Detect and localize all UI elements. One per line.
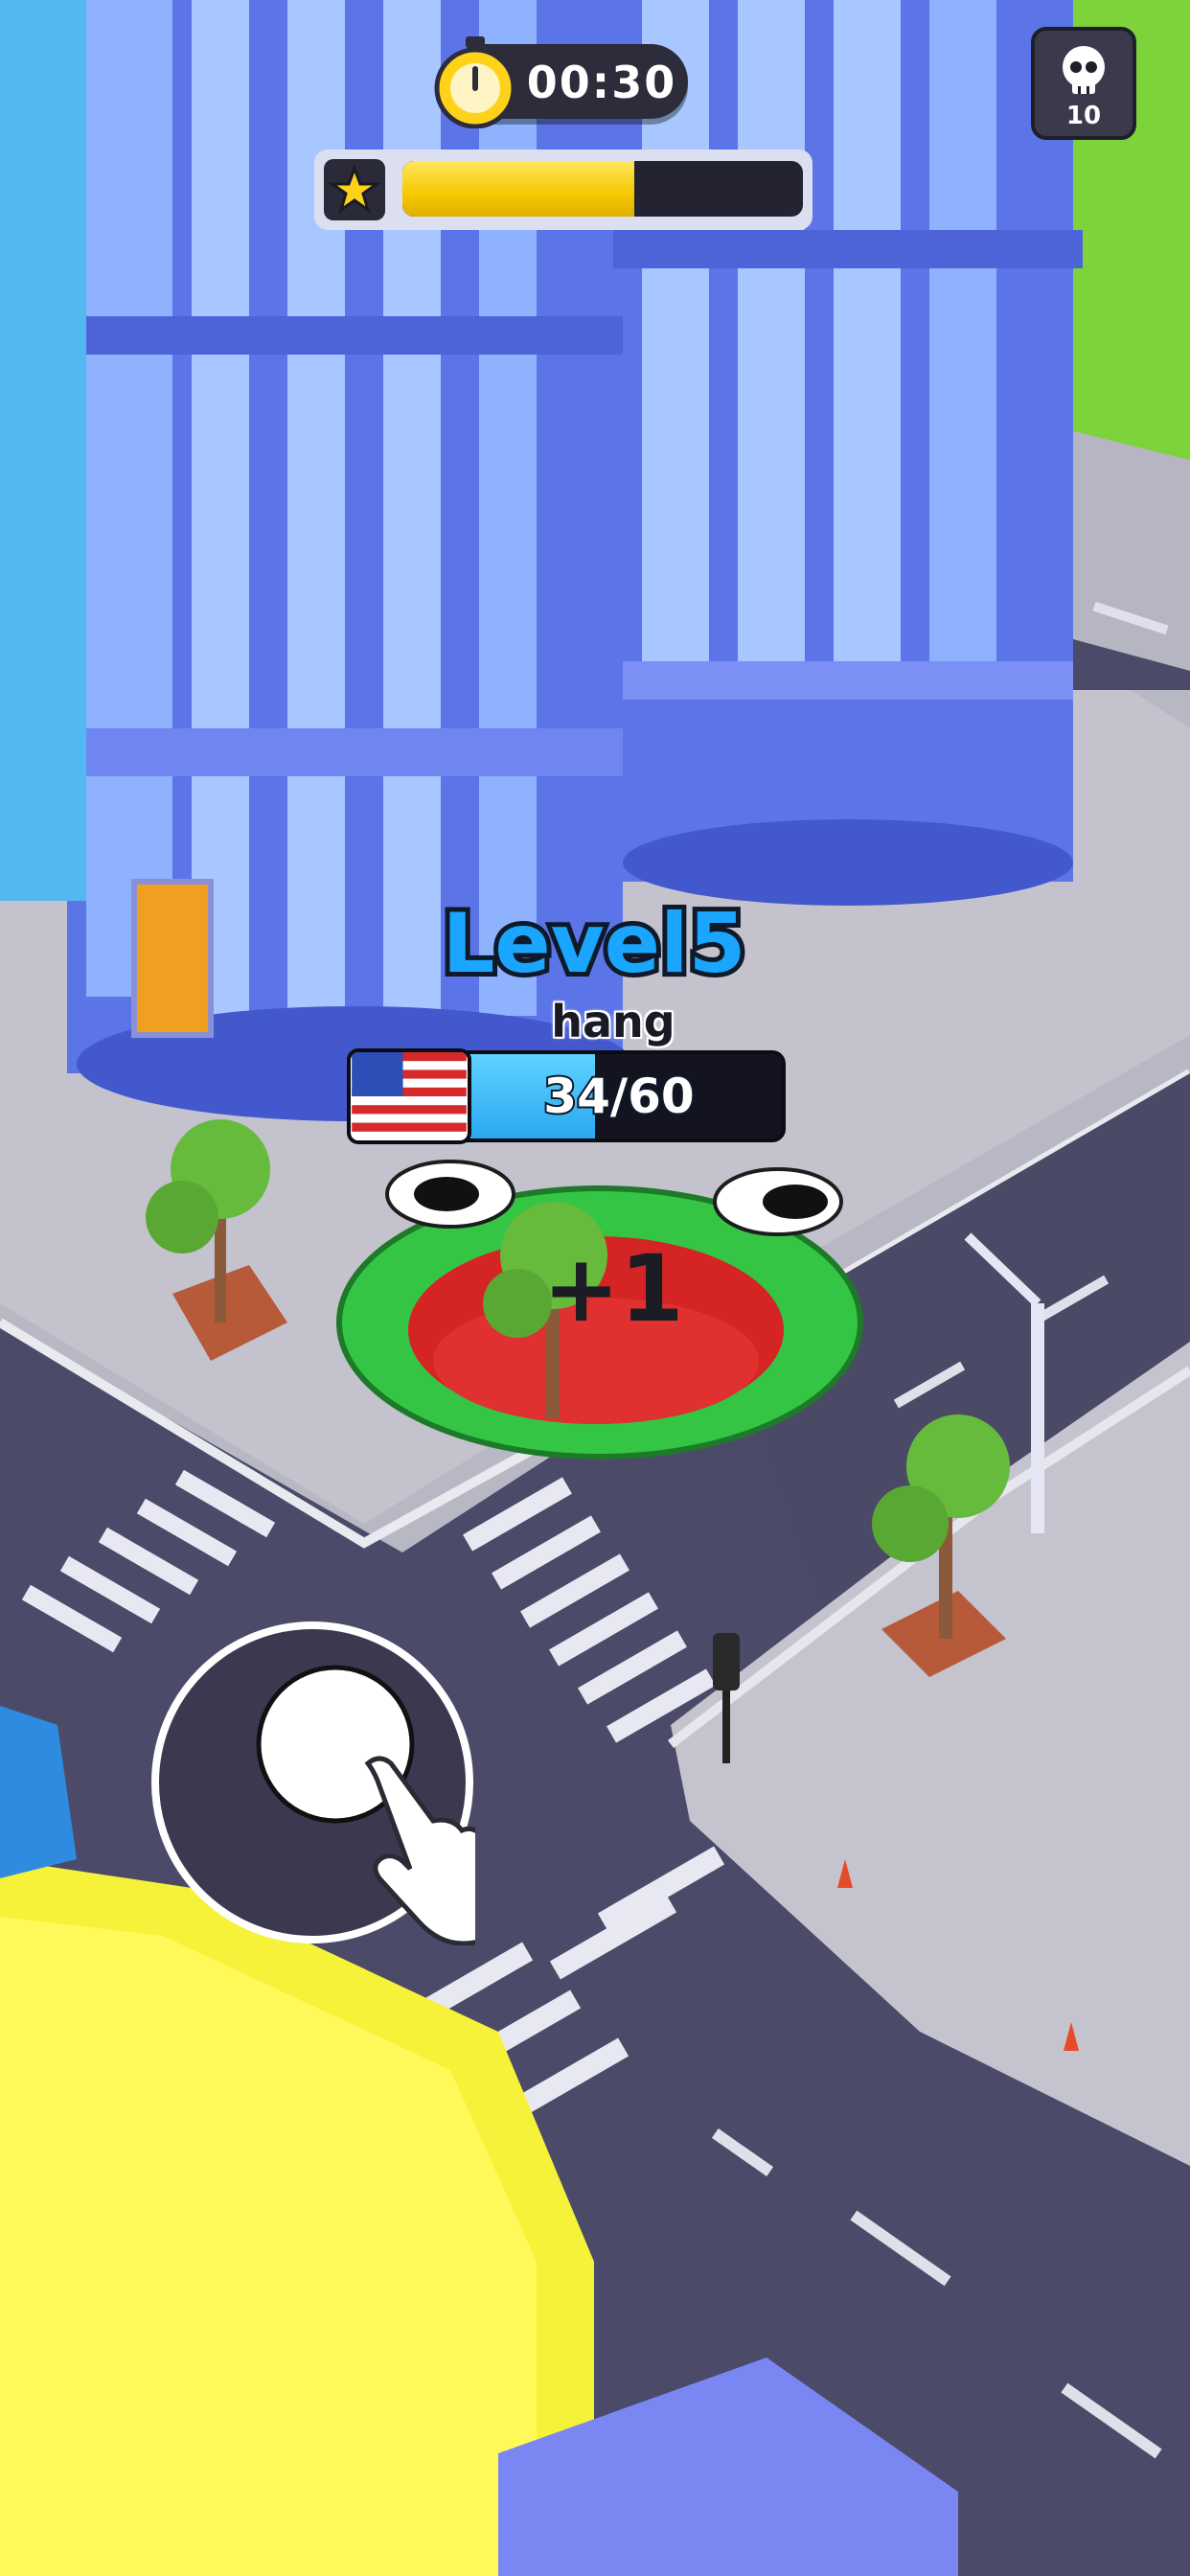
blue-tower-right: [613, 0, 1083, 906]
player-name: hang: [551, 996, 675, 1047]
star-progress-fill: [402, 161, 635, 217]
street-lamp: [1031, 1303, 1044, 1533]
joystick-icon[interactable]: [149, 1620, 475, 1945]
star-progress-bar: [402, 161, 803, 217]
traffic-light: [713, 1633, 740, 1690]
kill-count: 10: [1065, 102, 1102, 130]
timer-text: 00:30: [526, 57, 677, 108]
star-icon: [328, 164, 381, 214]
star-icon-box: [324, 159, 385, 220]
stopwatch-icon: [434, 36, 516, 128]
player-level: Level5: [438, 891, 751, 997]
player-progress-text: 34/60: [541, 1067, 696, 1126]
us-flag-icon: [347, 1048, 471, 1144]
skull-icon: [1063, 46, 1105, 94]
kill-count-button[interactable]: 10: [1031, 27, 1136, 140]
score-popup: +1: [542, 1235, 684, 1343]
